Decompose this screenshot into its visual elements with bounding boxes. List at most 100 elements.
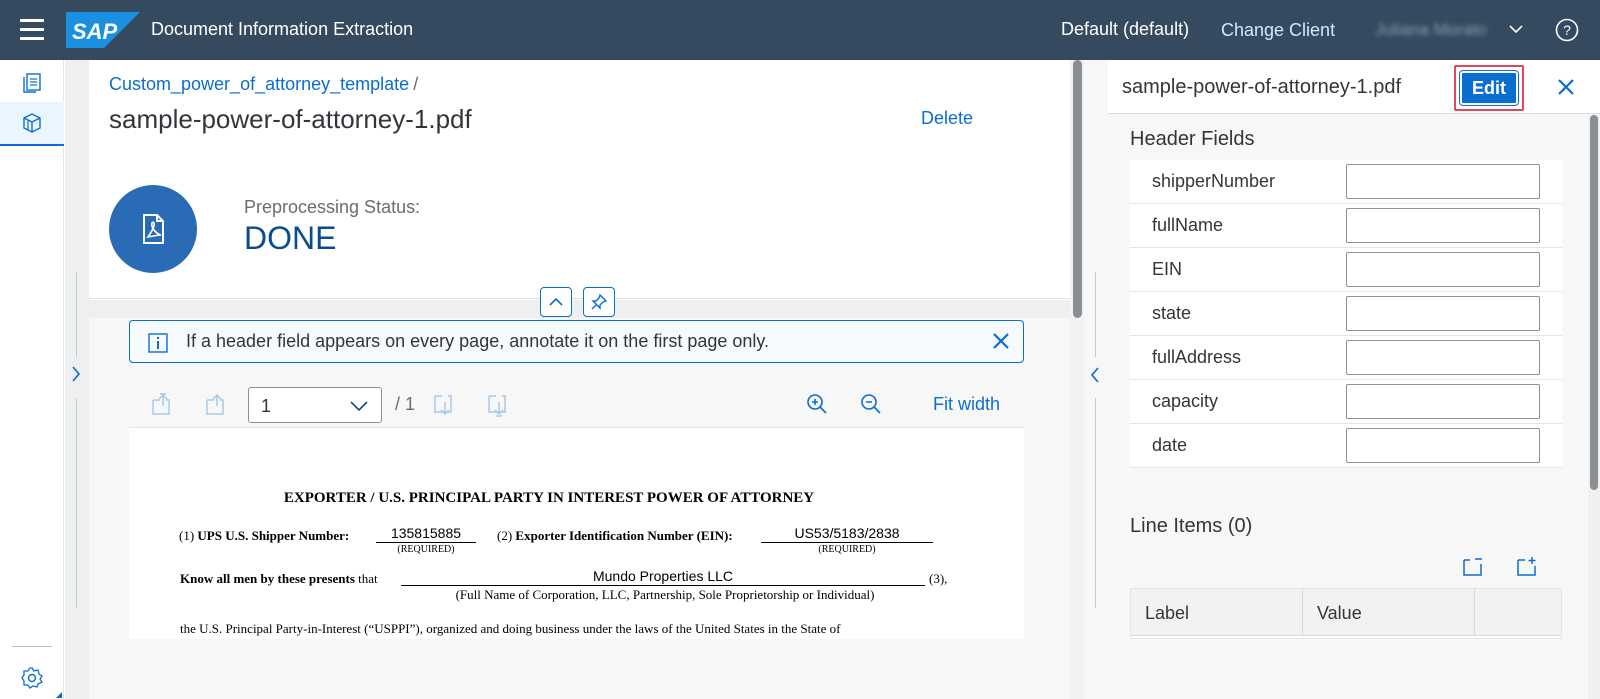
chevron-right-icon[interactable] bbox=[69, 364, 83, 384]
shell-bar: SAP Document Information Extraction Defa… bbox=[0, 0, 1600, 60]
previous-page-icon[interactable] bbox=[203, 392, 229, 418]
pdf-full-name-caption: (Full Name of Corporation, LLC, Partners… bbox=[455, 587, 875, 602]
pdf-shipper-number: 135815885 bbox=[376, 525, 476, 543]
edit-highlight-frame: Edit bbox=[1454, 65, 1524, 111]
full-name-field[interactable] bbox=[1346, 208, 1540, 243]
close-icon[interactable] bbox=[992, 332, 1010, 350]
field-row-ein: EIN bbox=[1130, 248, 1562, 292]
full-address-field[interactable] bbox=[1346, 340, 1540, 375]
shipper-number-field[interactable] bbox=[1346, 164, 1540, 199]
sap-logo: SAP bbox=[66, 12, 140, 48]
field-row-shipper-number: shipperNumber bbox=[1130, 160, 1562, 204]
add-line-item-icon[interactable] bbox=[1515, 555, 1539, 579]
logo-text: SAP bbox=[72, 19, 118, 44]
pdf-title: EXPORTER / U.S. PRINCIPAL PARTY IN INTER… bbox=[283, 490, 815, 506]
user-name[interactable]: Juliana Morato bbox=[1375, 20, 1487, 40]
pin-icon bbox=[591, 293, 608, 310]
nav-divider bbox=[12, 646, 52, 647]
side-panel-scrollbar[interactable] bbox=[1588, 115, 1600, 699]
delete-button[interactable]: Delete bbox=[921, 108, 973, 129]
pdf-document-icon bbox=[143, 214, 164, 244]
pin-header-button[interactable] bbox=[583, 287, 615, 317]
first-page-icon[interactable] bbox=[149, 392, 175, 418]
field-label: state bbox=[1152, 303, 1192, 323]
breadcrumb: Custom_power_of_attorney_template / bbox=[109, 74, 418, 95]
cubes-icon bbox=[23, 113, 41, 133]
pdf-ein: US53/5183/2838 bbox=[761, 525, 933, 543]
status-label: Preprocessing Status: bbox=[244, 197, 421, 217]
pdf-line-3: the U.S. Principal Party-in-Interest (“U… bbox=[180, 621, 841, 636]
field-label: fullAddress bbox=[1152, 347, 1242, 367]
header-fields-list: shipperNumber fullName EIN state fullAdd… bbox=[1130, 160, 1562, 468]
column-header-actions bbox=[1475, 589, 1561, 636]
pdf-line-2c: (3), bbox=[929, 571, 948, 586]
main-scrollbar[interactable] bbox=[1070, 60, 1084, 699]
pdf-line-1a: (1) UPS U.S. Shipper Number: bbox=[179, 528, 350, 543]
date-field[interactable] bbox=[1346, 428, 1540, 463]
close-icon[interactable] bbox=[1556, 77, 1576, 97]
next-page-icon[interactable] bbox=[431, 392, 457, 418]
info-message-text: If a header field appears on every page,… bbox=[186, 331, 770, 351]
pdf-full-name: Mundo Properties LLC bbox=[401, 568, 925, 586]
line-items-table: Label Value bbox=[1130, 588, 1562, 639]
avatar bbox=[109, 185, 197, 273]
field-row-capacity: capacity bbox=[1130, 380, 1562, 424]
breadcrumb-link[interactable]: Custom_power_of_attorney_template bbox=[109, 74, 409, 94]
resize-corner bbox=[56, 692, 62, 698]
info-message-strip: If a header field appears on every page,… bbox=[129, 320, 1024, 363]
column-header-value[interactable]: Value bbox=[1303, 589, 1475, 636]
change-client-link[interactable]: Change Client bbox=[1221, 20, 1335, 41]
field-label: capacity bbox=[1152, 391, 1219, 411]
svg-text:?: ? bbox=[1563, 22, 1571, 38]
page-select-value: 1 bbox=[261, 396, 272, 416]
chevron-up-icon bbox=[549, 297, 563, 306]
object-header bbox=[89, 60, 1070, 300]
tenant-label: Default (default) bbox=[1061, 19, 1190, 39]
pdf-required-1: (REQUIRED) bbox=[397, 544, 455, 555]
field-label: fullName bbox=[1152, 215, 1224, 235]
state-field[interactable] bbox=[1346, 296, 1540, 331]
menu-icon[interactable] bbox=[20, 19, 44, 41]
viewer-toolbar: 1 / 1 Fit width bbox=[129, 380, 1024, 430]
chevron-down-icon bbox=[350, 401, 368, 412]
remove-line-item-icon[interactable] bbox=[1461, 555, 1485, 579]
ein-field[interactable] bbox=[1346, 252, 1540, 287]
line-items-title: Line Items (0) bbox=[1130, 515, 1253, 537]
side-panel-header: sample-power-of-attorney-1.pdf Edit bbox=[1108, 60, 1600, 114]
chevron-left-icon[interactable] bbox=[1088, 365, 1102, 385]
collapse-header-button[interactable] bbox=[540, 287, 572, 317]
pdf-page[interactable]: EXPORTER / U.S. PRINCIPAL PARTY IN INTER… bbox=[129, 427, 1024, 639]
status-value: DONE bbox=[244, 220, 337, 256]
last-page-icon[interactable] bbox=[485, 392, 511, 418]
documents-icon bbox=[23, 73, 41, 93]
capacity-field[interactable] bbox=[1346, 384, 1540, 419]
field-row-full-address: fullAddress bbox=[1130, 336, 1562, 380]
nav-item-documents[interactable] bbox=[0, 60, 64, 104]
field-label: date bbox=[1152, 435, 1188, 455]
field-label: shipperNumber bbox=[1152, 171, 1276, 191]
zoom-in-icon[interactable] bbox=[805, 392, 829, 416]
page-total: / 1 bbox=[395, 394, 416, 414]
edit-button[interactable]: Edit bbox=[1459, 70, 1519, 106]
pdf-required-2: (REQUIRED) bbox=[818, 544, 876, 555]
fit-width-button[interactable]: Fit width bbox=[933, 394, 1000, 415]
nav-item-templates[interactable] bbox=[0, 102, 64, 146]
column-header-label[interactable]: Label bbox=[1131, 589, 1303, 636]
zoom-out-icon[interactable] bbox=[859, 392, 883, 416]
help-icon[interactable]: ? bbox=[1555, 18, 1579, 42]
chevron-down-icon[interactable] bbox=[1508, 22, 1524, 36]
page-title: sample-power-of-attorney-1.pdf bbox=[109, 104, 472, 134]
pdf-line-2a: Know all men by these presents that bbox=[180, 571, 378, 586]
settings-icon[interactable] bbox=[20, 666, 44, 690]
page-select[interactable]: 1 bbox=[248, 387, 382, 423]
scrollbar-thumb[interactable] bbox=[1590, 115, 1598, 490]
header-fields-title: Header Fields bbox=[1130, 128, 1255, 150]
scrollbar-thumb[interactable] bbox=[1073, 60, 1082, 318]
side-panel-title: sample-power-of-attorney-1.pdf bbox=[1122, 76, 1402, 98]
app-title: Document Information Extraction bbox=[151, 19, 414, 39]
field-label: EIN bbox=[1152, 259, 1183, 279]
field-row-state: state bbox=[1130, 292, 1562, 336]
pdf-line-1b: (2) Exporter Identification Number (EIN)… bbox=[497, 528, 733, 543]
side-navigation bbox=[0, 60, 64, 699]
field-row-full-name: fullName bbox=[1130, 204, 1562, 248]
